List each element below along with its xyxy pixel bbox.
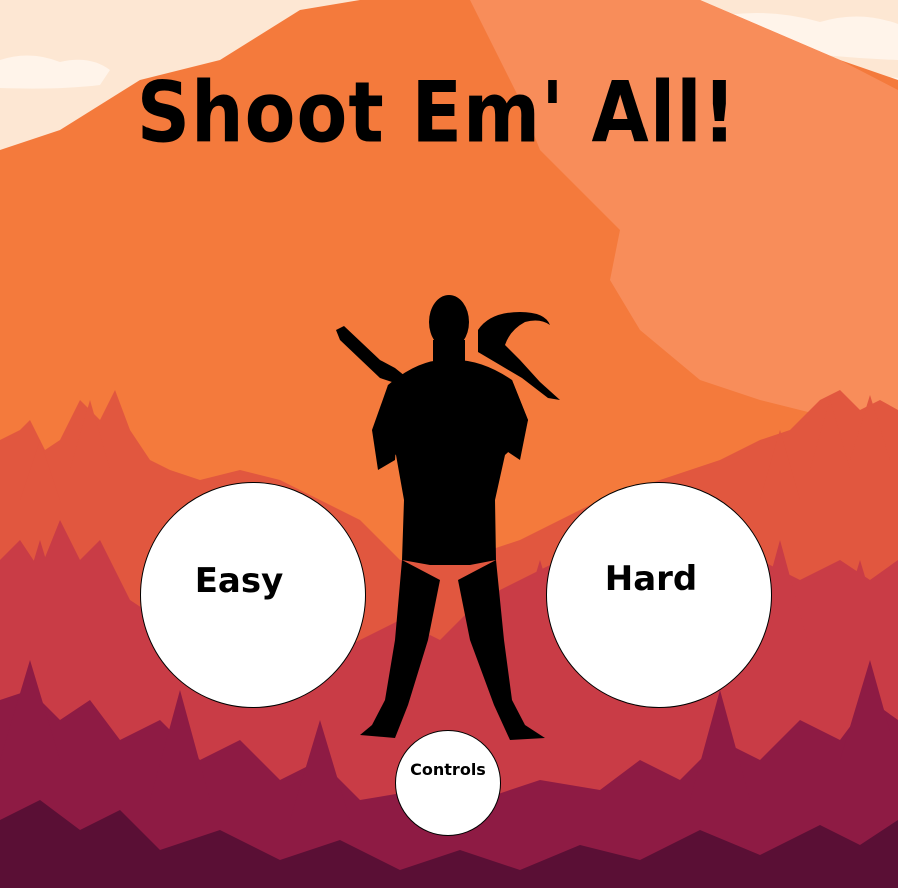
hard-button-label: Hard: [604, 559, 698, 599]
easy-button[interactable]: Easy: [140, 482, 366, 708]
main-menu-screen: Shoot Em' All! Easy Hard Controls: [0, 0, 898, 888]
easy-button-label: Easy: [194, 561, 284, 601]
hard-button[interactable]: Hard: [546, 482, 772, 708]
game-title: Shoot Em' All!: [136, 63, 738, 163]
controls-button[interactable]: Controls: [395, 730, 501, 836]
controls-button-label: Controls: [410, 759, 486, 779]
